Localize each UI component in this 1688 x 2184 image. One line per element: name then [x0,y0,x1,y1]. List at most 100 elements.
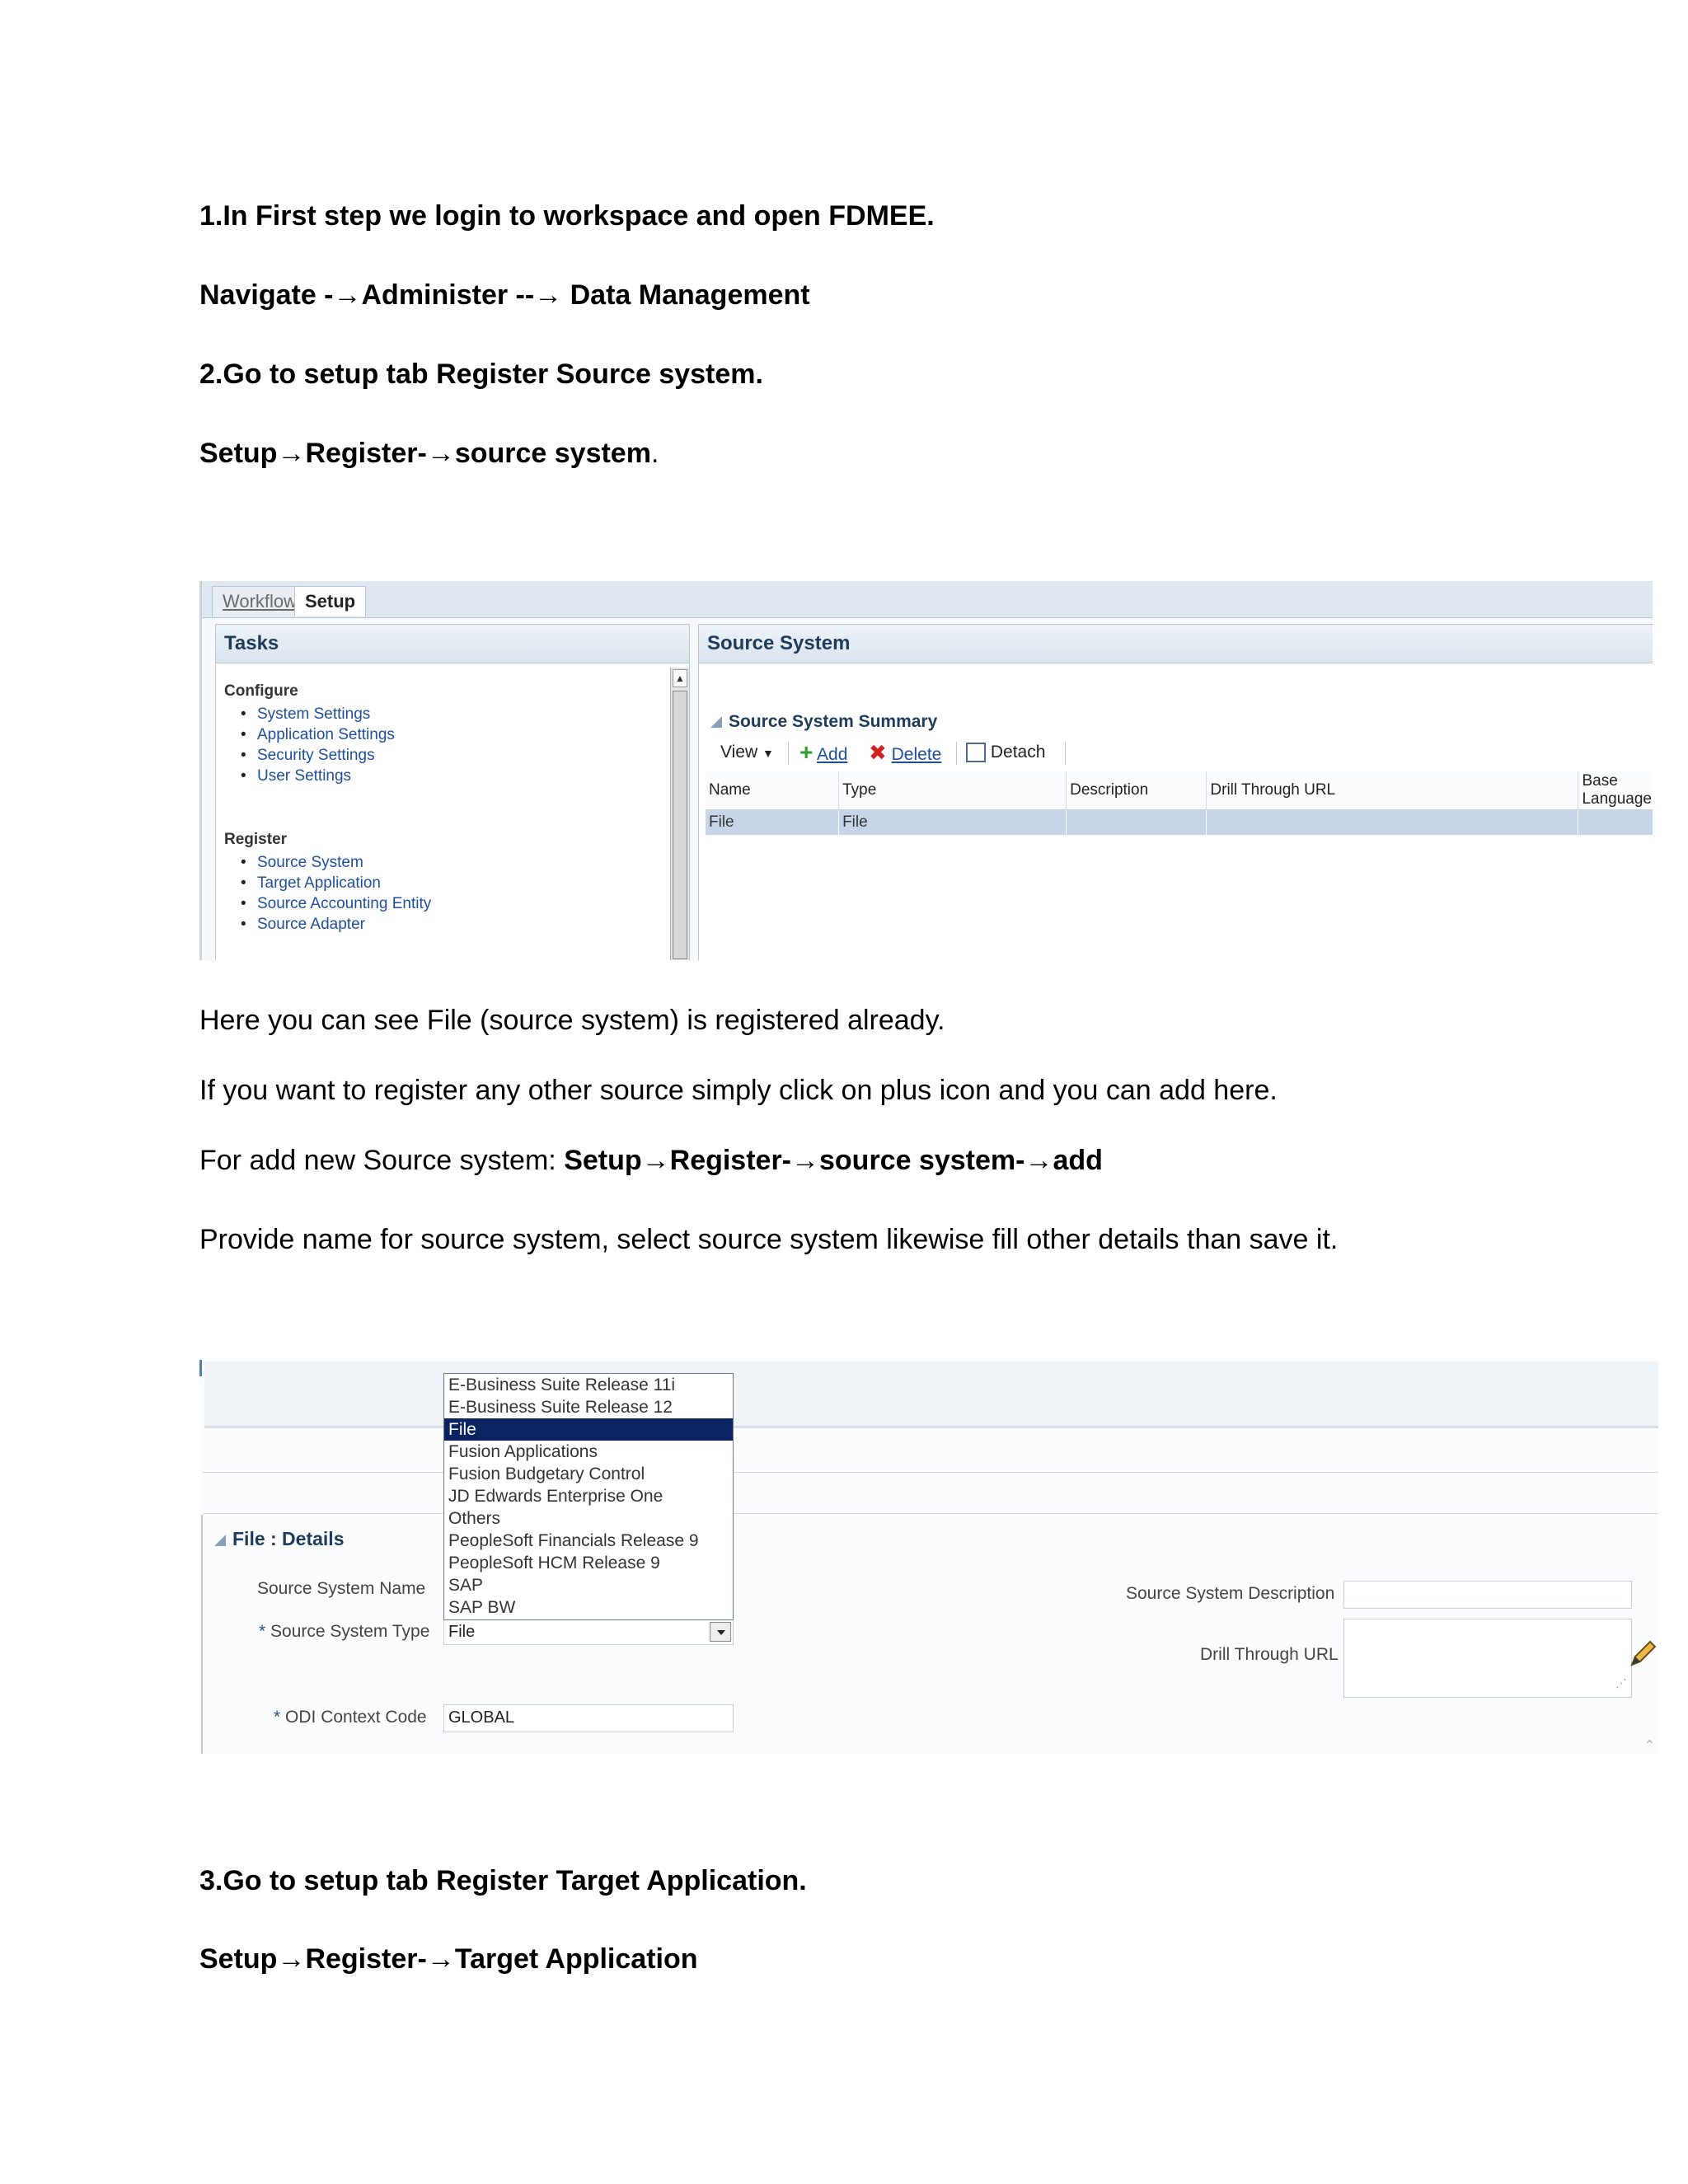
drill-through-url-textarea[interactable]: ⋰ [1343,1619,1632,1698]
option-file-selected[interactable]: File [444,1418,733,1441]
summary-heading[interactable]: Source System Summary [710,712,937,732]
delete-x-icon: ✖ [869,740,887,765]
task-source-system[interactable]: Source System [241,852,431,873]
odi-context-code-input[interactable]: GLOBAL [443,1704,734,1732]
top-band [204,1361,1658,1428]
navigate-path: Navigate -→Administer --→ Data Managemen… [199,279,810,311]
note-plus-icon: If you want to register any other source… [199,1075,1278,1106]
tasks-scrollbar[interactable]: ▲ [670,668,689,960]
tasks-panel: Tasks Configure System Settings Applicat… [215,624,690,960]
details-title: File : Details [232,1528,345,1549]
tasks-title: Tasks [216,625,689,663]
detach-button[interactable]: Detach [966,737,1045,768]
source-system-panel: Source System Source System Summary View… [698,624,1653,960]
collapse-icon[interactable] [214,1534,226,1546]
option-fusion-applications[interactable]: Fusion Applications [444,1441,733,1463]
task-system-settings[interactable]: System Settings [241,704,395,724]
path-tail: . [650,438,659,469]
option-peoplesoft-financials[interactable]: PeopleSoft Financials Release 9 [444,1530,733,1552]
option-sap-bw[interactable]: SAP BW [444,1596,733,1619]
col-description[interactable]: Description [1066,771,1207,810]
col-drill-through-url[interactable]: Drill Through URL [1206,771,1579,810]
option-sap[interactable]: SAP [444,1574,733,1596]
source-system-description-input[interactable] [1343,1581,1632,1609]
register-list: Source System Target Application Source … [241,852,431,935]
tab-bar: Workflow Setup [202,581,1653,618]
step2-title: 2.Go to setup tab Register Source system… [199,359,763,390]
delete-label: Delete [891,745,942,764]
view-menu[interactable]: View ▼ [720,737,774,769]
note-file-registered: Here you can see File (source system) is… [199,1005,945,1036]
task-user-settings[interactable]: User Settings [241,766,395,786]
note-add-bold: Setup→Register-→source system-→add [564,1145,1103,1176]
step1-title: 1.In First step we login to workspace an… [199,200,935,232]
type-select-value: File [448,1623,476,1641]
add-label: Add [817,745,848,764]
scroll-thumb[interactable] [673,691,687,959]
option-jd-edwards[interactable]: JD Edwards Enterprise One [444,1485,733,1507]
label-source-system-name: Source System Name [257,1579,426,1598]
cell-type: File [838,809,1067,835]
add-button[interactable]: + Add [799,737,847,771]
option-fusion-budgetary-control[interactable]: Fusion Budgetary Control [444,1463,733,1485]
task-source-accounting-entity[interactable]: Source Accounting Entity [241,893,431,914]
label-drill-through-url: Drill Through URL [1200,1645,1339,1664]
odi-label-text: ODI Context Code [285,1708,427,1727]
corner-caret-icon: ⌃ [1643,1739,1655,1753]
table-row[interactable]: File File [706,809,1653,835]
col-type[interactable]: Type [838,771,1067,810]
source-system-title: Source System [699,625,1653,663]
table-header-row: Name Type Description Drill Through URL … [706,771,1653,810]
option-ebs-12[interactable]: E-Business Suite Release 12 [444,1396,733,1418]
target-application-path: Setup→Register-→Target Application [199,1943,698,1975]
source-system-type-dropdown[interactable]: E-Business Suite Release 11i E-Business … [443,1373,734,1620]
details-heading[interactable]: File : Details [214,1528,344,1550]
divider [203,1472,1658,1473]
detach-icon [966,743,986,763]
cell-description [1066,809,1207,835]
toolbar-divider [956,742,957,765]
screenshot-source-system: Workflow Setup Tasks Configure System Se… [199,581,1653,960]
note-provide-name: Provide name for source system, select s… [199,1224,1339,1255]
required-mark: * [274,1708,281,1727]
source-system-table: Name Type Description Drill Through URL … [706,771,1653,835]
cell-drill-through-url [1206,809,1579,835]
chevron-down-icon: ▼ [762,747,774,760]
collapse-icon[interactable] [710,716,722,729]
option-others[interactable]: Others [444,1507,733,1530]
col-name[interactable]: Name [706,771,840,810]
toolbar-divider [1065,742,1066,765]
pencil-icon[interactable] [1625,1637,1658,1670]
task-source-adapter[interactable]: Source Adapter [241,914,431,935]
task-application-settings[interactable]: Application Settings [241,724,395,745]
divider [203,1513,1658,1514]
view-label: View [720,743,758,762]
note-add-prefix: For add new Source system: [199,1145,565,1176]
option-ebs-11i[interactable]: E-Business Suite Release 11i [444,1374,733,1396]
setup-path-source-system: Setup→Register-→source system. [199,437,659,470]
source-system-type-select[interactable]: File [443,1619,734,1645]
plus-icon: + [799,739,814,765]
task-security-settings[interactable]: Security Settings [241,745,395,766]
path-bold: Setup→Register-→source system [199,438,651,469]
chevron-down-icon[interactable] [710,1622,731,1642]
resize-grip-icon[interactable]: ⋰ [1615,1671,1628,1695]
cell-base-language [1578,809,1653,835]
note-add-path: For add new Source system: Setup→Registe… [199,1144,1103,1177]
label-source-system-description: Source System Description [1126,1584,1335,1603]
option-peoplesoft-hcm[interactable]: PeopleSoft HCM Release 9 [444,1552,733,1574]
configure-list: System Settings Application Settings Sec… [241,704,395,786]
summary-title: Source System Summary [729,712,938,731]
col-base-language[interactable]: Base Language [1578,771,1653,810]
tab-setup[interactable]: Setup [294,586,367,616]
screenshot-file-details: File : Details Source System Name * Sour… [199,1358,1658,1754]
label-source-system-type: * Source System Type [259,1622,429,1642]
type-label-text: Source System Type [270,1622,430,1641]
scroll-up-icon[interactable]: ▲ [673,669,687,687]
cell-name: File [706,809,840,835]
delete-button[interactable]: ✖ Delete [869,737,941,771]
tab-workflow[interactable]: Workflow [212,586,308,616]
register-heading: Register [224,831,288,848]
task-target-application[interactable]: Target Application [241,873,431,893]
label-odi-context-code: * ODI Context Code [274,1708,427,1727]
